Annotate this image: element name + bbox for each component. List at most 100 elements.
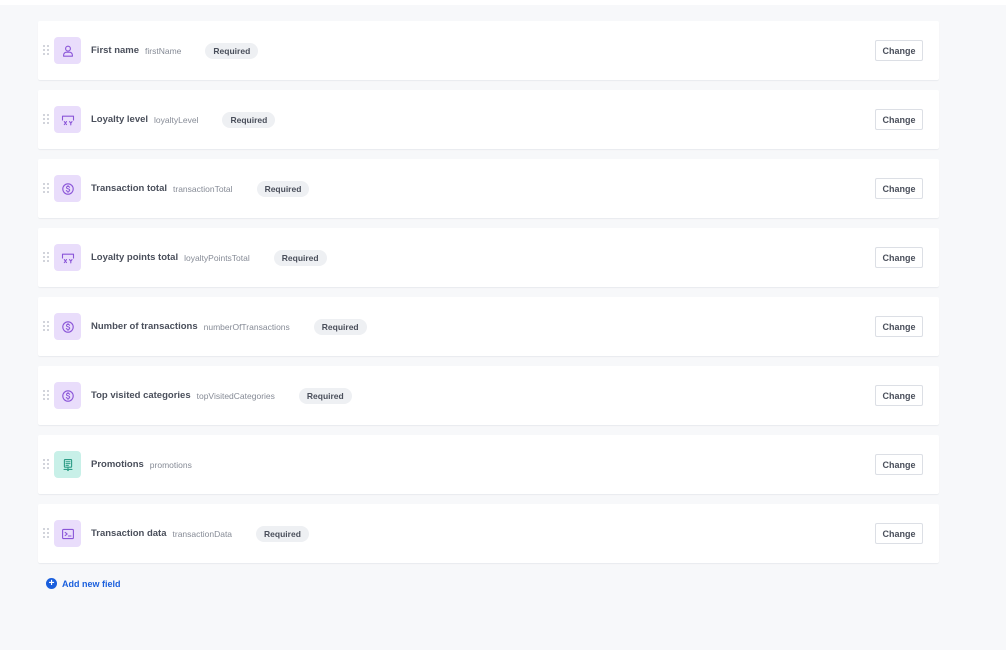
drag-handle-icon[interactable] xyxy=(43,183,49,193)
drag-handle-icon[interactable] xyxy=(43,252,49,262)
drag-dot xyxy=(47,260,49,262)
field-name: Promotions xyxy=(91,459,144,470)
field-row: Top visited categories topVisitedCategori… xyxy=(38,366,939,425)
field-key: transactionData xyxy=(172,528,233,539)
field-name: Top visited categories xyxy=(91,390,191,401)
field-key: loyaltyPointsTotal xyxy=(184,252,250,263)
terminal-icon xyxy=(54,520,81,547)
drag-dot xyxy=(47,49,49,51)
drag-dot xyxy=(47,53,49,55)
change-button[interactable]: Change xyxy=(875,40,923,61)
required-badge: Required xyxy=(313,318,367,335)
drag-dot xyxy=(47,329,49,331)
drag-dot xyxy=(43,260,45,262)
drag-dot xyxy=(43,536,45,538)
field-row: Promotions promotions Change xyxy=(38,435,939,494)
drag-dot xyxy=(47,394,49,396)
drag-dot xyxy=(43,463,45,465)
field-label-group: Loyalty points total loyaltyPointsTotal Re… xyxy=(91,228,327,287)
drag-handle-icon[interactable] xyxy=(43,321,49,331)
currency-icon xyxy=(54,313,81,340)
field-label-group: Transaction data transactionData Required xyxy=(91,504,309,563)
drag-dot xyxy=(43,467,45,469)
drag-dot xyxy=(43,183,45,185)
drag-dot xyxy=(47,463,49,465)
change-button[interactable]: Change xyxy=(875,385,923,406)
field-name: Transaction total xyxy=(91,183,168,194)
drag-dot xyxy=(47,536,49,538)
drag-dot xyxy=(43,390,45,392)
field-name: Loyalty level xyxy=(91,114,149,125)
drag-dot xyxy=(47,183,49,185)
drag-dot xyxy=(47,114,49,116)
drag-dot xyxy=(43,532,45,534)
field-name: Transaction data xyxy=(91,528,167,539)
field-label-group: First name firstName Required xyxy=(91,21,259,80)
drag-dot xyxy=(43,122,45,124)
add-new-field-label: Add new field xyxy=(62,578,121,589)
drag-dot xyxy=(47,45,49,47)
drag-dot xyxy=(43,45,45,47)
drag-dot xyxy=(47,528,49,530)
field-key: loyaltyLevel xyxy=(154,114,199,125)
drag-dot xyxy=(43,256,45,258)
drag-dot xyxy=(47,321,49,323)
field-name: Number of transactions xyxy=(91,321,198,332)
drag-dot xyxy=(47,325,49,327)
add-new-field-button[interactable]: + Add new field xyxy=(46,578,121,589)
field-row: Loyalty level loyaltyLevel Required Change xyxy=(38,90,939,149)
drag-handle-icon[interactable] xyxy=(43,45,49,55)
drag-handle-icon[interactable] xyxy=(43,390,49,400)
change-button[interactable]: Change xyxy=(875,316,923,337)
variable-icon xyxy=(54,106,81,133)
field-row: Transaction total transactionTotal Require… xyxy=(38,159,939,218)
drag-dot xyxy=(43,459,45,461)
drag-dot xyxy=(43,398,45,400)
catalog-icon xyxy=(54,451,81,478)
field-label-group: Promotions promotions xyxy=(91,435,192,494)
drag-dot xyxy=(47,459,49,461)
drag-dot xyxy=(47,398,49,400)
currency-icon xyxy=(54,382,81,409)
change-button[interactable]: Change xyxy=(875,247,923,268)
drag-dot xyxy=(47,187,49,189)
field-key: promotions xyxy=(149,459,192,470)
field-label-group: Number of transactions numberOfTransactio… xyxy=(91,297,367,356)
drag-dot xyxy=(43,118,45,120)
change-button[interactable]: Change xyxy=(875,178,923,199)
top-panel-edge xyxy=(0,0,1006,5)
drag-dot xyxy=(47,390,49,392)
drag-dot xyxy=(47,122,49,124)
change-button[interactable]: Change xyxy=(875,523,923,544)
required-badge: Required xyxy=(222,111,276,128)
drag-dot xyxy=(43,53,45,55)
field-label-group: Loyalty level loyaltyLevel Required xyxy=(91,90,276,149)
field-list: First name firstName Required Change Loyalty… xyxy=(38,21,939,573)
change-button[interactable]: Change xyxy=(875,109,923,130)
drag-dot xyxy=(47,256,49,258)
drag-handle-icon[interactable] xyxy=(43,459,49,469)
drag-dot xyxy=(43,394,45,396)
field-key: firstName xyxy=(145,45,182,56)
drag-handle-icon[interactable] xyxy=(43,528,49,538)
change-button[interactable]: Change xyxy=(875,454,923,475)
field-row: Transaction data transactionData Required C… xyxy=(38,504,939,563)
field-key: topVisitedCategories xyxy=(196,390,275,401)
variable-icon xyxy=(54,244,81,271)
field-key: transactionTotal xyxy=(173,183,233,194)
field-row: Number of transactions numberOfTransactio… xyxy=(38,297,939,356)
field-row: Loyalty points total loyaltyPointsTotal Re… xyxy=(38,228,939,287)
field-row: First name firstName Required Change xyxy=(38,21,939,80)
drag-dot xyxy=(43,252,45,254)
drag-dot xyxy=(47,467,49,469)
required-badge: Required xyxy=(256,180,310,197)
required-badge: Required xyxy=(298,387,352,404)
drag-dot xyxy=(47,532,49,534)
page: First name firstName Required Change Loyalty… xyxy=(0,0,1006,650)
drag-dot xyxy=(43,329,45,331)
drag-dot xyxy=(47,252,49,254)
drag-handle-icon[interactable] xyxy=(43,114,49,124)
drag-dot xyxy=(43,325,45,327)
plus-circle-icon: + xyxy=(46,578,57,589)
required-badge: Required xyxy=(256,525,309,542)
